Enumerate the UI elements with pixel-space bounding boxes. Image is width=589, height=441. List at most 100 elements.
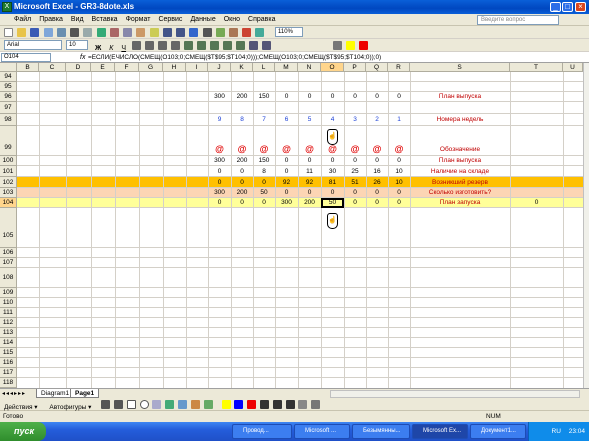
col-header-l[interactable]: L: [253, 63, 275, 72]
col-header-n[interactable]: N: [298, 63, 321, 72]
name-box[interactable]: O104: [1, 53, 51, 62]
taskbar-item-word[interactable]: Microsoft ...: [294, 424, 350, 439]
row-header-102[interactable]: 102: [0, 177, 17, 188]
open-icon[interactable]: [17, 28, 27, 37]
currency-icon[interactable]: [183, 41, 193, 50]
cell-k100[interactable]: 200: [231, 157, 253, 165]
cell-r99[interactable]: @: [388, 145, 410, 154]
cell-n103[interactable]: 0: [298, 189, 321, 197]
sort-asc-icon[interactable]: [215, 28, 225, 37]
cell-o99[interactable]: @: [321, 145, 344, 154]
cell-k101[interactable]: 0: [231, 168, 253, 176]
menu-insert[interactable]: Вставка: [88, 14, 122, 26]
close-button[interactable]: ×: [575, 2, 586, 12]
cell-o102[interactable]: 81: [321, 179, 344, 187]
save-icon[interactable]: [30, 28, 40, 37]
col-header-b[interactable]: B: [17, 63, 39, 72]
diagram-icon[interactable]: [178, 400, 188, 409]
row-header-103[interactable]: 103: [0, 188, 17, 198]
cell-p104[interactable]: 0: [344, 199, 366, 207]
row-header-115[interactable]: 115: [0, 348, 17, 358]
cell-p98[interactable]: 3: [344, 116, 366, 124]
cell-p102[interactable]: 51: [344, 179, 366, 187]
label-week-numbers[interactable]: Номера недель: [410, 116, 510, 123]
rectangle-tool-icon[interactable]: [126, 400, 136, 409]
font-color-icon[interactable]: [359, 41, 369, 50]
cell-t104[interactable]: 0: [510, 199, 563, 207]
cell-l102[interactable]: 0: [253, 179, 275, 187]
col-header-u[interactable]: U: [563, 63, 583, 72]
col-header-d[interactable]: D: [66, 63, 91, 72]
underline-button[interactable]: Ч: [118, 45, 129, 52]
cell-m104[interactable]: 300: [275, 199, 298, 207]
cell-q104[interactable]: 0: [366, 199, 388, 207]
font-color-draw-icon[interactable]: [247, 400, 257, 409]
fill-color-draw-icon[interactable]: [221, 400, 231, 409]
cell-p100[interactable]: 0: [344, 157, 366, 165]
label-in-stock[interactable]: Наличие на складе: [410, 168, 510, 175]
hyperlink-icon[interactable]: [189, 28, 199, 37]
row-header-112[interactable]: 112: [0, 318, 17, 328]
chart-wizard-icon[interactable]: [242, 28, 252, 37]
cell-m100[interactable]: 0: [275, 157, 298, 165]
taskbar-item-excel[interactable]: Microsoft Ex...: [412, 424, 468, 439]
fx-icon[interactable]: fx: [80, 53, 85, 62]
start-button[interactable]: пуск: [0, 422, 46, 441]
borders-icon[interactable]: [333, 41, 343, 50]
cell-r102[interactable]: 10: [388, 179, 410, 187]
tab-diagram1[interactable]: Diagram1: [36, 389, 75, 398]
formula-input[interactable]: =ЕСЛИ(ЕЧИСЛО(СМЕЩ(O103;0;СМЕЩ($T$95;$T10…: [88, 53, 381, 62]
cell-l96[interactable]: 150: [253, 93, 275, 101]
col-header-c[interactable]: C: [39, 63, 66, 72]
label-how-many[interactable]: Сколько изготовить?: [410, 189, 510, 196]
paste-icon[interactable]: [136, 28, 146, 37]
cell-j104[interactable]: 0: [208, 199, 231, 207]
cell-l104[interactable]: 0: [253, 199, 275, 207]
row-header-101[interactable]: 101: [0, 166, 17, 177]
cell-n96[interactable]: 0: [298, 93, 321, 101]
tab-scroll-buttons[interactable]: ◂◂◂▸▸▸: [2, 390, 26, 397]
decrease-indent-icon[interactable]: [248, 41, 258, 50]
cell-n99[interactable]: @: [298, 145, 321, 154]
cell-q96[interactable]: 0: [366, 93, 388, 101]
language-indicator[interactable]: RU: [552, 428, 561, 435]
taskbar-item-document[interactable]: Документ1...: [470, 424, 526, 439]
menu-view[interactable]: Вид: [67, 14, 88, 26]
row-header-118[interactable]: 118: [0, 378, 17, 388]
cell-j103[interactable]: 300: [208, 189, 231, 197]
cell-l99[interactable]: @: [253, 145, 275, 154]
cell-m99[interactable]: @: [275, 145, 298, 154]
cell-n101[interactable]: 11: [298, 168, 321, 176]
cell-r103[interactable]: 0: [388, 189, 410, 197]
row-header-109[interactable]: 109: [0, 288, 17, 298]
label-reserve[interactable]: Возникший резерв: [410, 179, 510, 186]
drawing-icon[interactable]: [255, 28, 265, 37]
cell-k103[interactable]: 200: [231, 189, 253, 197]
picture-icon[interactable]: [203, 400, 213, 409]
cell-j101[interactable]: 0: [208, 168, 231, 176]
dash-style-icon[interactable]: [272, 400, 282, 409]
col-header-k[interactable]: K: [231, 63, 253, 72]
row-header-104[interactable]: 104: [0, 198, 17, 208]
autoshapes-button[interactable]: Автофигуры ▾: [39, 404, 91, 411]
col-header-g[interactable]: G: [139, 63, 163, 72]
row-header-97[interactable]: 97: [0, 102, 17, 114]
cell-p99[interactable]: @: [344, 145, 366, 154]
col-header-f[interactable]: F: [115, 63, 139, 72]
col-header-h[interactable]: H: [163, 63, 186, 72]
col-header-m[interactable]: M: [275, 63, 298, 72]
row-header-96[interactable]: 96: [0, 92, 17, 102]
cell-l103[interactable]: 50: [253, 189, 275, 197]
cell-j96[interactable]: 300: [208, 93, 231, 101]
font-name-select[interactable]: Arial: [4, 40, 62, 50]
maximize-button[interactable]: □: [562, 2, 573, 12]
cell-p96[interactable]: 0: [344, 93, 366, 101]
row-header-114[interactable]: 114: [0, 338, 17, 348]
zoom-select[interactable]: 110%: [275, 27, 303, 37]
cell-n100[interactable]: 0: [298, 157, 321, 165]
cell-q102[interactable]: 26: [366, 179, 388, 187]
cut-icon[interactable]: [109, 28, 119, 37]
row-header-94[interactable]: 94: [0, 72, 17, 82]
cell-o96[interactable]: 0: [321, 93, 344, 101]
redo-icon[interactable]: [176, 28, 186, 37]
